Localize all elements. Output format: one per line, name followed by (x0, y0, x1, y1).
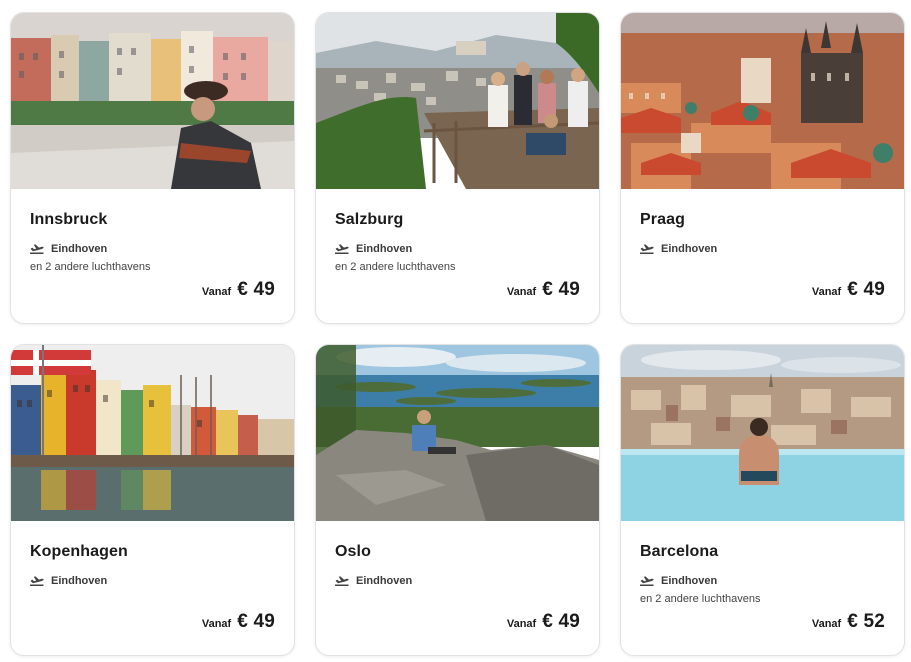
departure-airport: Eindhoven (30, 575, 107, 587)
destination-card-kopenhagen[interactable]: Kopenhagen Eindhoven Vanaf € 49 (10, 344, 295, 656)
destination-photo-oslo (316, 345, 599, 521)
price: € 49 (847, 279, 885, 300)
destination-photo-praag (621, 13, 904, 189)
destination-photo-salzburg (316, 13, 599, 189)
airport-label: Eindhoven (356, 243, 413, 255)
airport-label: Eindhoven (661, 575, 718, 587)
price-row: Vanaf € 49 (507, 279, 580, 301)
plane-departure-icon (30, 575, 44, 587)
destination-photo-barcelona (621, 345, 904, 521)
destination-card-barcelona[interactable]: Barcelona Eindhoven en 2 andere luchthav… (620, 344, 905, 656)
destination-card-innsbruck[interactable]: Innsbruck Eindhoven en 2 andere luchthav… (10, 12, 295, 324)
from-label: Vanaf (201, 286, 232, 298)
plane-departure-icon (30, 243, 44, 255)
price: € 49 (237, 279, 275, 300)
price-row: Vanaf € 49 (507, 611, 580, 633)
departure-airport: Eindhoven (335, 575, 412, 587)
departure-airport: Eindhoven (335, 243, 412, 255)
destination-photo-kopenhagen (11, 345, 294, 521)
price-row: Vanaf € 49 (202, 611, 275, 633)
airport-label: Eindhoven (356, 575, 413, 587)
price: € 49 (542, 279, 580, 300)
plane-departure-icon (335, 243, 349, 255)
airport-label: Eindhoven (51, 575, 108, 587)
price-row: Vanaf € 49 (812, 279, 885, 301)
city-name: Salzburg (335, 211, 404, 228)
destination-card-oslo[interactable]: Oslo Eindhoven Vanaf € 49 (315, 344, 600, 656)
price: € 49 (237, 611, 275, 632)
city-name: Praag (640, 211, 685, 228)
from-label: Vanaf (506, 618, 537, 630)
price: € 52 (847, 611, 885, 632)
departure-airport: Eindhoven (640, 243, 717, 255)
airport-label: Eindhoven (661, 243, 718, 255)
from-label: Vanaf (506, 286, 537, 298)
city-name: Oslo (335, 543, 371, 560)
departure-airport: Eindhoven (30, 243, 107, 255)
price-row: Vanaf € 52 (812, 611, 885, 633)
departure-airport: Eindhoven (640, 575, 717, 587)
other-airports: en 2 andere luchthavens (640, 593, 761, 605)
city-name: Innsbruck (30, 211, 108, 228)
plane-departure-icon (335, 575, 349, 587)
plane-departure-icon (640, 575, 654, 587)
price-row: Vanaf € 49 (202, 279, 275, 301)
from-label: Vanaf (201, 618, 232, 630)
from-label: Vanaf (811, 618, 842, 630)
destination-card-praag[interactable]: Praag Eindhoven Vanaf € 49 (620, 12, 905, 324)
from-label: Vanaf (811, 286, 842, 298)
destination-photo-innsbruck (11, 13, 294, 189)
other-airports: en 2 andere luchthavens (30, 261, 151, 273)
city-name: Kopenhagen (30, 543, 128, 560)
city-name: Barcelona (640, 543, 719, 560)
airport-label: Eindhoven (51, 243, 108, 255)
plane-departure-icon (640, 243, 654, 255)
destination-card-salzburg[interactable]: Salzburg Eindhoven en 2 andere luchthave… (315, 12, 600, 324)
other-airports: en 2 andere luchthavens (335, 261, 456, 273)
price: € 49 (542, 611, 580, 632)
